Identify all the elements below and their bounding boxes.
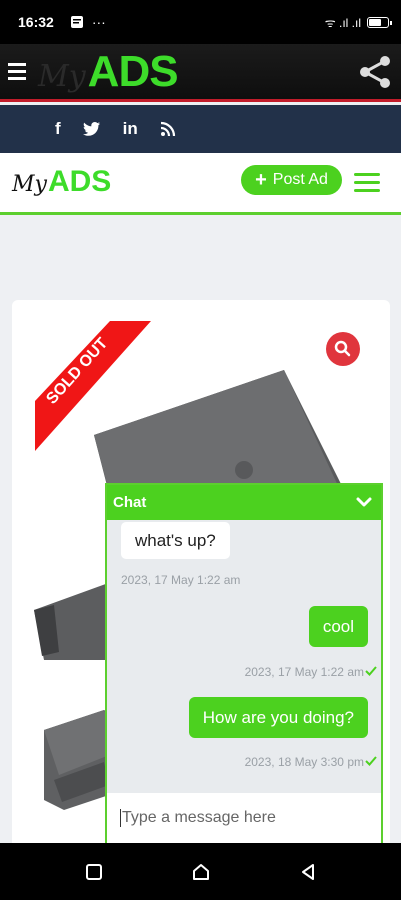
menu-icon[interactable] <box>8 63 26 80</box>
system-nav-bar <box>0 843 401 900</box>
chevron-down-icon[interactable] <box>355 493 373 511</box>
rss-icon[interactable] <box>160 121 176 137</box>
chat-message-outgoing: cool <box>308 606 368 647</box>
nav-back-icon[interactable] <box>298 862 318 882</box>
plus-icon: + <box>255 168 267 191</box>
check-icon <box>365 756 377 766</box>
facebook-icon[interactable]: f <box>55 119 61 139</box>
sold-out-ribbon: SOLD OUT <box>35 321 151 451</box>
message-timestamp: 2023, 17 May 1:22 am <box>121 573 241 587</box>
signal-indicator: ᯤ .ıl .ıl <box>324 15 361 30</box>
status-more-dots: ··· <box>91 14 106 30</box>
site-menu-icon[interactable] <box>354 173 380 192</box>
battery-icon <box>367 16 392 28</box>
twitter-icon[interactable] <box>82 121 101 137</box>
post-ad-label: Post Ad <box>272 171 328 188</box>
nav-recents-icon[interactable] <box>84 862 104 882</box>
message-timestamp: 2023, 17 May 1:22 am <box>244 665 364 679</box>
chat-widget: Chat what's up? 2023, 17 May 1:22 am coo… <box>105 483 383 843</box>
social-links-bar: f in <box>0 105 401 153</box>
site-logo[interactable]: My ADS <box>12 165 111 199</box>
text-caret <box>120 809 121 827</box>
search-icon <box>334 340 351 357</box>
nav-home-icon[interactable] <box>191 862 211 882</box>
post-ad-button[interactable]: + Post Ad <box>241 165 342 195</box>
check-icon <box>365 666 377 676</box>
app-top-bar: My ADS <box>0 44 401 102</box>
linkedin-icon[interactable]: in <box>123 119 138 139</box>
message-timestamp: 2023, 18 May 3:30 pm <box>244 755 364 769</box>
status-bar: 16:32 ··· ᯤ .ıl .ıl <box>0 0 401 44</box>
chat-header[interactable]: Chat <box>107 485 381 520</box>
chat-message-incoming: what's up? <box>121 522 230 559</box>
app-brand-logo: My ADS <box>38 46 179 97</box>
chat-input-placeholder: Type a message here <box>122 809 276 826</box>
chat-message-outgoing: How are you doing? <box>188 697 368 738</box>
zoom-search-button[interactable] <box>326 332 360 366</box>
status-time: 16:32 <box>18 14 54 30</box>
brand-ads: ADS <box>87 46 179 96</box>
site-logo-ads: ADS <box>47 165 112 198</box>
share-icon[interactable] <box>357 54 393 90</box>
notification-icon <box>70 16 83 28</box>
site-header: My ADS + Post Ad <box>0 153 401 215</box>
chat-title: Chat <box>113 494 147 511</box>
chat-message-input[interactable]: Type a message here <box>107 793 381 843</box>
site-logo-my: My <box>12 172 47 197</box>
brand-my: My <box>38 58 86 94</box>
